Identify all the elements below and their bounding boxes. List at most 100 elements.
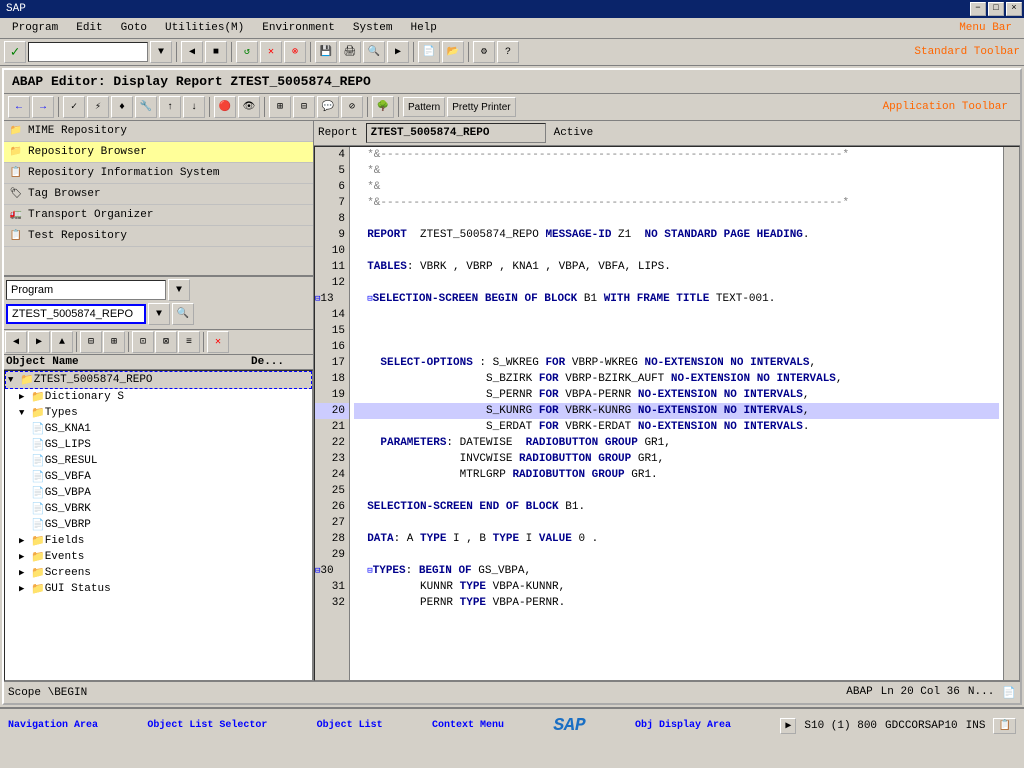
expander-dict[interactable]: ▶: [19, 392, 31, 402]
tree-item-types[interactable]: ▼ 📁 Types: [5, 405, 312, 421]
maximize-button[interactable]: □: [988, 2, 1004, 16]
open-icon[interactable]: 📂: [442, 41, 464, 63]
block-icon[interactable]: ⊞: [269, 96, 291, 118]
expander-types[interactable]: ▼: [19, 408, 31, 418]
new-icon[interactable]: 📄: [418, 41, 440, 63]
object-type-input[interactable]: [6, 280, 166, 300]
menu-program[interactable]: Program: [4, 20, 66, 36]
code-line-12: [354, 275, 999, 291]
find-icon[interactable]: 🔍: [363, 41, 385, 63]
minimize-button[interactable]: −: [970, 2, 986, 16]
save-icon[interactable]: 💾: [315, 41, 337, 63]
expander-gui[interactable]: ▶: [19, 584, 31, 594]
nav-item-transport[interactable]: 🚛 Transport Organizer: [4, 205, 313, 226]
nav-forward-icon[interactable]: →: [32, 96, 54, 118]
menu-utilities[interactable]: Utilities(M): [157, 20, 252, 36]
tree-item-screens[interactable]: ▶ 📁 Screens: [5, 565, 312, 581]
settings-icon[interactable]: ⚙: [473, 41, 495, 63]
dropdown-name-btn[interactable]: ▼: [148, 303, 170, 325]
pattern-button[interactable]: Pattern: [403, 97, 445, 117]
stop2-icon[interactable]: ⊗: [284, 41, 306, 63]
tree-item-vbrp[interactable]: 📄 GS_VBRP: [5, 517, 312, 533]
forward-icon[interactable]: ■: [205, 41, 227, 63]
tree-item-events[interactable]: ▶ 📁 Events: [5, 549, 312, 565]
code-line-16: [354, 339, 999, 355]
tree-item-fields[interactable]: ▶ 📁 Fields: [5, 533, 312, 549]
tree-item-vbrk[interactable]: 📄 GS_VBRK: [5, 501, 312, 517]
type-dropdown-btn[interactable]: ▼: [168, 279, 190, 301]
nav-up-tree-btn[interactable]: ▲: [51, 331, 73, 353]
tree-item-kna1[interactable]: 📄 GS_KNA1: [5, 421, 312, 437]
code-area[interactable]: 4 5 6 7 8 9 10 11 12 ⊟13 14 15 16 17 18 …: [314, 146, 1020, 681]
dropdown-btn[interactable]: ▼: [150, 41, 172, 63]
menu-edit[interactable]: Edit: [68, 20, 110, 36]
watchpoint-icon[interactable]: 👁: [238, 96, 260, 118]
menu-help[interactable]: Help: [402, 20, 444, 36]
refresh-icon[interactable]: ↺: [236, 41, 258, 63]
nav-back-icon[interactable]: ←: [8, 96, 30, 118]
fold-icon-13[interactable]: ⊟: [315, 291, 320, 307]
nav-item-test-repo[interactable]: 📋 Test Repository: [4, 226, 313, 247]
tree-icon[interactable]: 🌳: [372, 96, 394, 118]
expander-screens[interactable]: ▶: [19, 568, 31, 578]
object-name-input[interactable]: [6, 304, 146, 324]
nav-item-repo-info[interactable]: 📋 Repository Information System: [4, 163, 313, 184]
check-icon[interactable]: ✓: [63, 96, 85, 118]
play-button[interactable]: ▶: [780, 718, 796, 734]
download-icon[interactable]: ↓: [183, 96, 205, 118]
close-button[interactable]: ×: [1006, 2, 1022, 16]
code-line-10: [354, 243, 999, 259]
tree-item-vbpa[interactable]: 📄 GS_VBPA: [5, 485, 312, 501]
pretty-printer-button[interactable]: Pretty Printer: [447, 97, 515, 117]
expander-fields[interactable]: ▶: [19, 536, 31, 546]
tree-item-dict[interactable]: ▶ 📁 Dictionary S: [5, 389, 312, 405]
back-icon[interactable]: ◀: [181, 41, 203, 63]
tree-item-root[interactable]: ▼ 📁 ZTEST_5005874_REPO: [5, 371, 312, 389]
comment-icon[interactable]: 💬: [317, 96, 339, 118]
title-bar: SAP − □ ×: [0, 0, 1024, 18]
expand-tree-btn[interactable]: ⊞: [103, 331, 125, 353]
object-tree[interactable]: ▼ 📁 ZTEST_5005874_REPO ▶ 📁 Dictionary S …: [4, 370, 313, 681]
object-icon[interactable]: 🔧: [135, 96, 157, 118]
nav-item-repo-browser[interactable]: 📁 Repository Browser: [4, 142, 313, 163]
fold-icon-30[interactable]: ⊟: [315, 563, 320, 579]
activate-icon[interactable]: ⚡: [87, 96, 109, 118]
find-next-icon[interactable]: ▶: [387, 41, 409, 63]
collapse-tree-btn[interactable]: ⊟: [80, 331, 102, 353]
menu-environment[interactable]: Environment: [254, 20, 343, 36]
expander-events[interactable]: ▶: [19, 552, 31, 562]
help-icon[interactable]: ?: [497, 41, 519, 63]
nav-area-label: Navigation Area: [8, 720, 98, 731]
type-row: ▼: [6, 279, 311, 301]
menu-system[interactable]: System: [345, 20, 401, 36]
nav-item-mime[interactable]: 📁 MIME Repository: [4, 121, 313, 142]
expander-root[interactable]: ▼: [8, 375, 20, 385]
menu-goto[interactable]: Goto: [113, 20, 155, 36]
command-field[interactable]: [28, 42, 148, 62]
stop-icon[interactable]: ✕: [260, 41, 282, 63]
nav-back-tree-btn[interactable]: ◀: [5, 331, 27, 353]
tree-item-gui[interactable]: ▶ 📁 GUI Status: [5, 581, 312, 597]
code-content[interactable]: *&--------------------------------------…: [350, 147, 1003, 680]
tree-view3-btn[interactable]: ≡: [178, 331, 200, 353]
nav-item-tag-browser[interactable]: 🏷 Tag Browser: [4, 184, 313, 205]
line-num-19: 19: [315, 387, 349, 403]
tree-item-resul[interactable]: 📄 GS_RESUL: [5, 453, 312, 469]
search-btn[interactable]: 🔍: [172, 303, 194, 325]
nav-fwd-tree-btn[interactable]: ▶: [28, 331, 50, 353]
tree-item-lips[interactable]: 📄 GS_LIPS: [5, 437, 312, 453]
code-line-15: [354, 323, 999, 339]
tree-item-vbfa[interactable]: 📄 GS_VBFA: [5, 469, 312, 485]
indent-icon[interactable]: ⊟: [293, 96, 315, 118]
tree-view1-btn[interactable]: ⊡: [132, 331, 154, 353]
ok-icon[interactable]: ✓: [4, 41, 26, 63]
breakpoint-icon[interactable]: 🔴: [214, 96, 236, 118]
close-tree-btn[interactable]: ✕: [207, 331, 229, 353]
extra-icon[interactable]: 📋: [993, 718, 1015, 734]
print-icon[interactable]: 🖨: [339, 41, 361, 63]
vertical-scrollbar[interactable]: [1003, 147, 1019, 680]
upload-icon[interactable]: ↑: [159, 96, 181, 118]
activate2-icon[interactable]: ♦: [111, 96, 133, 118]
tree-view2-btn[interactable]: ⊠: [155, 331, 177, 353]
uncomment-icon[interactable]: ⊘: [341, 96, 363, 118]
